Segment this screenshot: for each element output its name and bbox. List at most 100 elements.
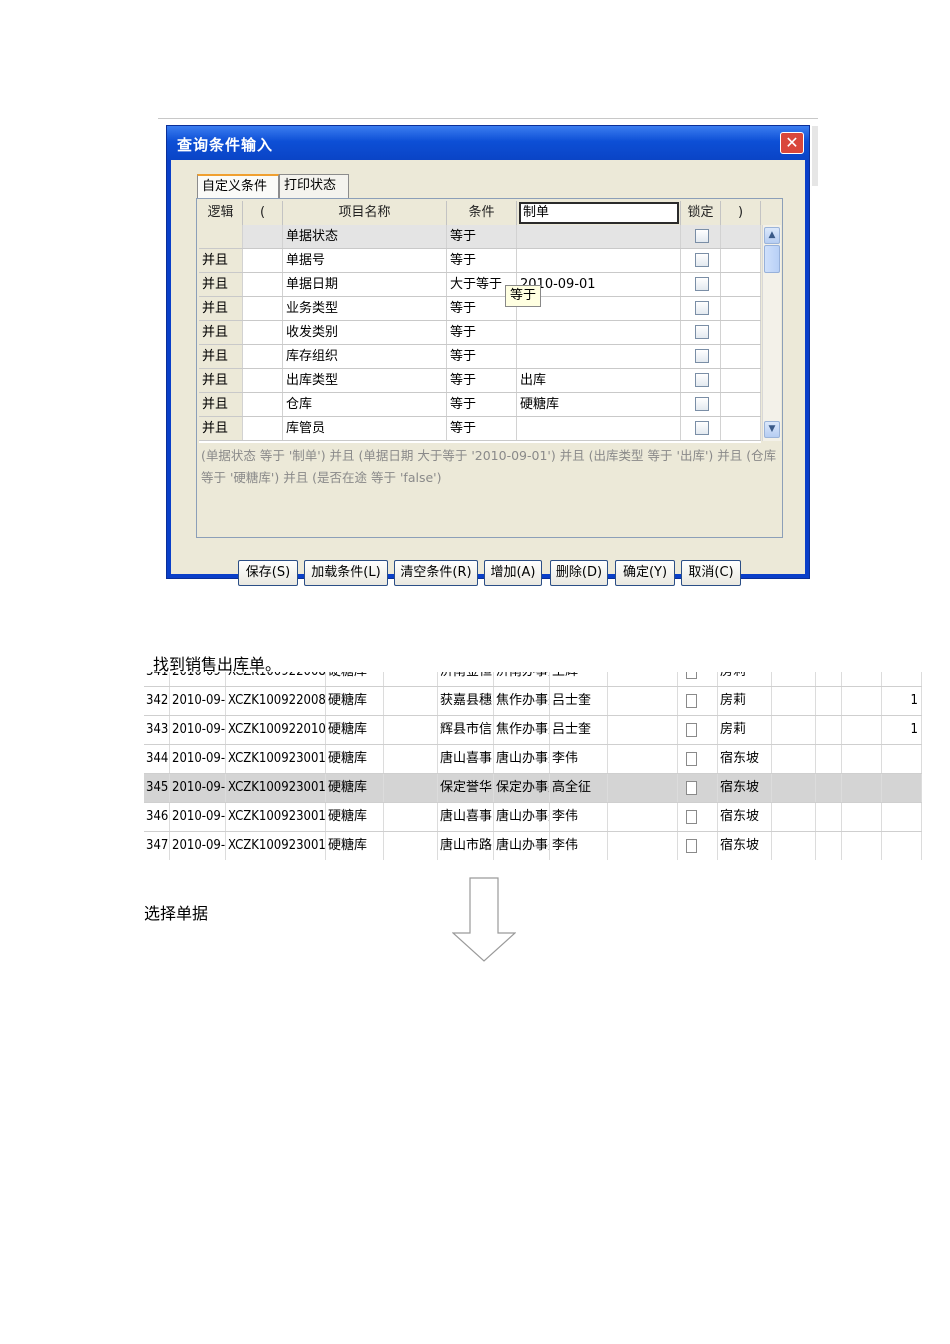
- list-keeper[interactable]: 房莉: [718, 672, 772, 686]
- list-empty[interactable]: [816, 832, 842, 860]
- clear-conditions-button[interactable]: 清空条件(R): [394, 560, 478, 586]
- list-warehouse[interactable]: 硬糖库: [326, 774, 384, 802]
- lock-checkbox[interactable]: [695, 421, 709, 435]
- list-doc-code[interactable]: XCZK1009220101: [226, 716, 326, 744]
- list-empty[interactable]: [842, 803, 882, 831]
- row-close-paren[interactable]: [721, 321, 761, 344]
- list-empty[interactable]: [608, 745, 678, 773]
- list-empty[interactable]: [816, 745, 842, 773]
- list-flag[interactable]: [678, 687, 718, 715]
- list-quantity[interactable]: [882, 745, 922, 773]
- list-empty[interactable]: [772, 745, 816, 773]
- row-value[interactable]: 出库: [517, 369, 681, 392]
- list-customer[interactable]: 获嘉县穗...: [438, 687, 494, 715]
- list-empty[interactable]: [772, 832, 816, 860]
- row-logic[interactable]: 并且: [199, 297, 243, 320]
- row-close-paren[interactable]: [721, 225, 761, 248]
- row-open-paren[interactable]: [243, 417, 283, 440]
- add-button[interactable]: 增加(A): [484, 560, 542, 586]
- row-locked[interactable]: [681, 273, 721, 296]
- list-row-number[interactable]: 342: [144, 687, 170, 715]
- list-empty[interactable]: [608, 687, 678, 715]
- table-row[interactable]: 3422010-09-22XCZK1009220089硬糖库 获嘉县穗...焦作办…: [144, 687, 922, 716]
- list-empty[interactable]: [842, 687, 882, 715]
- save-button[interactable]: 保存(S): [238, 560, 298, 586]
- list-empty[interactable]: [816, 774, 842, 802]
- lock-checkbox[interactable]: [695, 373, 709, 387]
- row-open-paren[interactable]: [243, 321, 283, 344]
- list-quantity[interactable]: [882, 803, 922, 831]
- row-value[interactable]: [517, 417, 681, 440]
- row-open-paren[interactable]: [243, 249, 283, 272]
- row-logic[interactable]: 并且: [199, 249, 243, 272]
- list-warehouse[interactable]: 硬糖库: [326, 803, 384, 831]
- table-row[interactable]: 3432010-09-22XCZK1009220101硬糖库 辉县市信...焦作办…: [144, 716, 922, 745]
- row-checkbox[interactable]: [686, 723, 697, 737]
- list-empty[interactable]: [842, 716, 882, 744]
- scroll-down-icon[interactable]: ▼: [764, 421, 780, 438]
- list-keeper[interactable]: 宿东坡: [718, 774, 772, 802]
- row-close-paren[interactable]: [721, 417, 761, 440]
- list-empty[interactable]: [816, 687, 842, 715]
- list-empty[interactable]: [816, 803, 842, 831]
- list-empty[interactable]: [384, 687, 438, 715]
- list-doc-code[interactable]: XCZK1009230011: [226, 745, 326, 773]
- list-row-number[interactable]: 341: [144, 672, 170, 686]
- list-empty[interactable]: [608, 774, 678, 802]
- row-condition[interactable]: 等于: [447, 225, 517, 248]
- delete-button[interactable]: 删除(D): [550, 560, 608, 586]
- row-condition[interactable]: 等于: [447, 249, 517, 272]
- list-flag[interactable]: [678, 774, 718, 802]
- row-close-paren[interactable]: [721, 393, 761, 416]
- condition-row[interactable]: 并且 收发类别 等于: [199, 321, 761, 345]
- list-keeper[interactable]: 宿东坡: [718, 832, 772, 860]
- condition-row[interactable]: 并且 出库类型 等于 出库: [199, 369, 761, 393]
- list-customer[interactable]: 辉县市信...: [438, 716, 494, 744]
- list-doc-code[interactable]: XCZK1009230016: [226, 803, 326, 831]
- row-locked[interactable]: [681, 369, 721, 392]
- row-value[interactable]: [517, 249, 681, 272]
- row-condition[interactable]: 等于: [447, 393, 517, 416]
- condition-row[interactable]: 并且 业务类型 等于: [199, 297, 761, 321]
- list-empty[interactable]: [772, 774, 816, 802]
- list-salesperson[interactable]: 李伟: [550, 745, 608, 773]
- list-empty[interactable]: [842, 745, 882, 773]
- condition-row[interactable]: 并且 库存组织 等于: [199, 345, 761, 369]
- list-row-number[interactable]: 345: [144, 774, 170, 802]
- list-customer[interactable]: 保定誉华...: [438, 774, 494, 802]
- list-date[interactable]: 2010-09-23: [170, 774, 226, 802]
- row-logic[interactable]: [199, 225, 243, 248]
- list-empty[interactable]: [842, 672, 882, 686]
- cancel-button[interactable]: 取消(C): [681, 560, 741, 586]
- row-value[interactable]: 2010-09-01: [517, 273, 681, 296]
- condition-row[interactable]: 并且 单据号 等于: [199, 249, 761, 273]
- list-warehouse[interactable]: 硬糖库: [326, 672, 384, 686]
- list-quantity[interactable]: 1: [882, 716, 922, 744]
- row-close-paren[interactable]: [721, 345, 761, 368]
- list-office[interactable]: 保定办事处: [494, 774, 550, 802]
- list-warehouse[interactable]: 硬糖库: [326, 832, 384, 860]
- list-date[interactable]: 2010-09-22: [170, 716, 226, 744]
- row-value[interactable]: 硬糖库: [517, 393, 681, 416]
- list-quantity[interactable]: [882, 774, 922, 802]
- row-logic[interactable]: 并且: [199, 369, 243, 392]
- list-empty[interactable]: [384, 672, 438, 686]
- row-item-name[interactable]: 单据号: [283, 249, 447, 272]
- condition-row[interactable]: 并且 仓库 等于 硬糖库: [199, 393, 761, 417]
- list-empty[interactable]: [384, 774, 438, 802]
- list-customer[interactable]: 唐山市路...: [438, 832, 494, 860]
- list-date[interactable]: 2010-09-23: [170, 832, 226, 860]
- list-empty[interactable]: [384, 745, 438, 773]
- row-logic[interactable]: 并且: [199, 393, 243, 416]
- col-logic[interactable]: 逻辑: [199, 201, 243, 225]
- row-locked[interactable]: [681, 393, 721, 416]
- row-open-paren[interactable]: [243, 273, 283, 296]
- list-quantity[interactable]: [882, 832, 922, 860]
- table-row[interactable]: 3452010-09-23XCZK1009230013硬糖库 保定誉华...保定办…: [144, 774, 922, 803]
- ok-button[interactable]: 确定(Y): [615, 560, 675, 586]
- row-item-name[interactable]: 库管员: [283, 417, 447, 440]
- list-empty[interactable]: [608, 716, 678, 744]
- row-checkbox[interactable]: [686, 694, 697, 708]
- list-quantity[interactable]: [882, 672, 922, 686]
- list-keeper[interactable]: 宿东坡: [718, 803, 772, 831]
